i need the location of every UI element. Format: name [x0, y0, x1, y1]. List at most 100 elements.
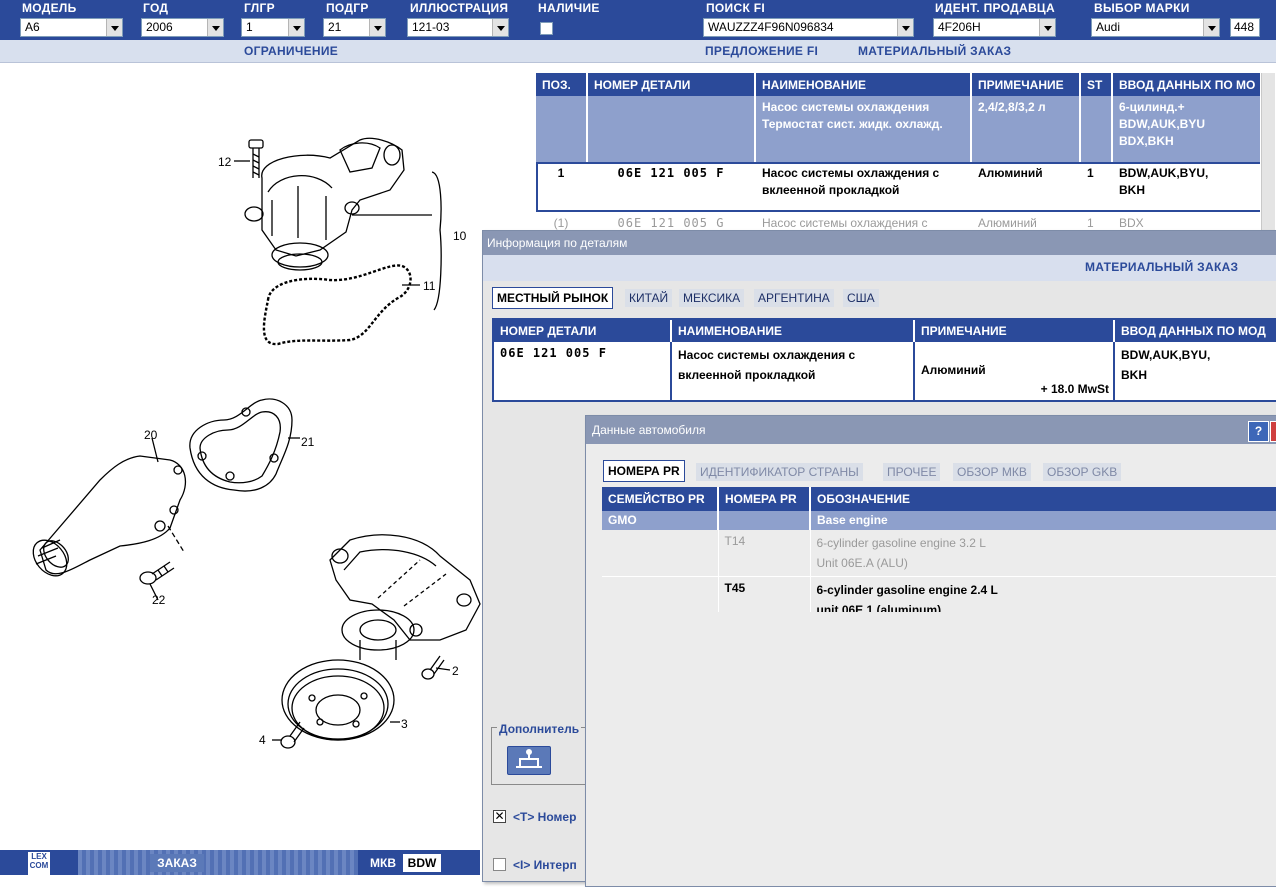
- year-label: ГОД: [143, 1, 169, 15]
- row-designation: 6-cylinder gasoline engine 3.2 L Unit 06…: [810, 530, 1276, 577]
- table-row[interactable]: T14 6-cylinder gasoline engine 3.2 L Uni…: [602, 530, 1276, 577]
- illustration-select[interactable]: 121-03: [407, 18, 509, 37]
- callout-4: 4: [259, 733, 266, 747]
- table-row[interactable]: 1 06E 121 005 F Насос системы охлаждения…: [536, 162, 1260, 212]
- fi-search-select[interactable]: WAUZZZ4F96N096834: [703, 18, 914, 37]
- col-note[interactable]: ПРИМЕЧАНИЕ: [914, 320, 1115, 342]
- tool-icon: [516, 749, 542, 768]
- tab-other[interactable]: ПРОЧЕЕ: [883, 463, 941, 481]
- tab-local-market[interactable]: МЕСТНЫЙ РЫНОК: [492, 287, 614, 309]
- info-part-number: 06E 121 005 F: [494, 342, 672, 400]
- table-group-row[interactable]: Насос системы охлаждения Термостат сист.…: [536, 96, 1260, 162]
- sub-group-label: ПОДГР: [326, 1, 369, 15]
- tab-country-id[interactable]: ИДЕНТИФИКАТОР СТРАНЫ: [696, 463, 863, 481]
- illustration-value: 121-03: [412, 20, 450, 34]
- info-note-value: Алюминий: [921, 363, 986, 377]
- help-icon[interactable]: ?: [1248, 421, 1269, 442]
- callout-20: 20: [144, 428, 158, 442]
- col-model-data[interactable]: ВВОД ДАННЫХ ПО МО: [1112, 73, 1260, 96]
- col-name[interactable]: НАИМЕНОВАНИЕ: [755, 73, 972, 96]
- group-part-number: [587, 96, 756, 162]
- fi-search-value: WAUZZZ4F96N096834: [708, 20, 834, 34]
- restriction-link[interactable]: ОГРАНИЧЕНИЕ: [244, 44, 338, 58]
- col-part-number[interactable]: НОМЕР ДЕТАЛИ: [494, 320, 672, 342]
- col-st[interactable]: ST: [1080, 73, 1113, 96]
- col-note[interactable]: ПРИМЕЧАНИЕ: [971, 73, 1081, 96]
- sub-group-select[interactable]: 21: [323, 18, 386, 37]
- part-info-title[interactable]: Информация по деталям: [483, 231, 1276, 255]
- group-note: 2,4/2,8/3,2 л: [971, 96, 1081, 162]
- col-pr-family[interactable]: СЕМЕЙСТВО PR: [602, 487, 719, 511]
- tab-mkv-overview[interactable]: ОБЗОР МКВ: [953, 463, 1031, 481]
- material-order-link[interactable]: МАТЕРИАЛЬНЫЙ ЗАКАЗ: [858, 44, 1011, 58]
- group-pos: [536, 96, 588, 162]
- dealer-id-select[interactable]: 4F206H: [933, 18, 1056, 37]
- col-name[interactable]: НАИМЕНОВАНИЕ: [671, 320, 915, 342]
- col-pr-number[interactable]: НОМЕРА PR: [718, 487, 811, 511]
- parts-illustration[interactable]: 12 10 11 20 21 22 2 3 4: [0, 62, 520, 850]
- main-group-select[interactable]: 1: [241, 18, 305, 37]
- col-part-number[interactable]: НОМЕР ДЕТАЛИ: [587, 73, 756, 96]
- interpretation-checkbox-label: <I> Интерп: [513, 858, 577, 872]
- table-row[interactable]: T45 6-cylinder gasoline engine 2.4 L uni…: [602, 576, 1276, 612]
- brand-select[interactable]: Audi: [1091, 18, 1220, 37]
- gearbox-value[interactable]: BDW: [403, 854, 441, 872]
- col-model-data[interactable]: ВВОД ДАННЫХ ПО МОД: [1114, 320, 1276, 342]
- fi-proposal-link[interactable]: ПРЕДЛОЖЕНИЕ FI: [705, 44, 818, 58]
- price-note: + 18.0 MwSt: [1040, 382, 1109, 396]
- chevron-down-icon[interactable]: [106, 19, 122, 36]
- tab-pr-numbers[interactable]: НОМЕРА PR: [603, 460, 685, 482]
- callout-22: 22: [152, 593, 166, 607]
- sub-group-value: 21: [328, 20, 342, 34]
- group-family: GMO: [602, 511, 719, 530]
- callout-3: 3: [401, 717, 408, 731]
- brand-value: Audi: [1096, 20, 1121, 34]
- group-model-data: 6-цилинд.+ BDW,AUK,BYU BDX,BKH: [1112, 96, 1260, 162]
- illustration-label: ИЛЛЮСТРАЦИЯ: [410, 1, 509, 15]
- chevron-down-icon[interactable]: [897, 19, 913, 36]
- main-group-label: ГЛГР: [244, 1, 275, 15]
- row-part-number: 06E 121 005 F: [587, 162, 756, 212]
- part-number-checkbox-label: <T> Номер: [513, 810, 577, 824]
- col-pos[interactable]: ПОЗ.: [536, 73, 588, 96]
- chevron-down-icon[interactable]: [288, 19, 304, 36]
- table-row[interactable]: 06E 121 005 F Насос системы охлаждения с…: [494, 342, 1276, 400]
- row-family: [602, 576, 719, 612]
- order-button[interactable]: ЗАКАЗ: [150, 854, 204, 872]
- group-designation: Base engine: [810, 511, 1276, 530]
- progress-strip: [78, 850, 358, 875]
- availability-checkbox[interactable]: [540, 22, 553, 35]
- close-icon[interactable]: X: [1270, 421, 1276, 442]
- tab-argentina[interactable]: АРГЕНТИНА: [754, 289, 834, 307]
- year-select[interactable]: 2006: [141, 18, 224, 37]
- row-name: Насос системы охлаждения с вклеенной про…: [755, 162, 972, 212]
- row-designation: 6-cylinder gasoline engine 2.4 L unit 06…: [810, 576, 1276, 612]
- info-name: Насос системы охлаждения с вклеенной про…: [671, 342, 915, 400]
- chevron-down-icon[interactable]: [369, 19, 385, 36]
- group-st: [1080, 96, 1113, 162]
- table-scrollbar[interactable]: [1261, 73, 1275, 231]
- info-note: Алюминий + 18.0 MwSt: [914, 342, 1115, 400]
- model-select[interactable]: A6: [20, 18, 123, 37]
- tab-china[interactable]: КИТАЙ: [625, 289, 673, 307]
- additional-tool-button[interactable]: [507, 746, 551, 775]
- part-number-checkbox[interactable]: ✕: [493, 810, 506, 823]
- vehicle-data-title[interactable]: Данные автомобиля: [586, 416, 1276, 444]
- tab-gkb-overview[interactable]: ОБЗОР GKB: [1043, 463, 1122, 481]
- table-group-row[interactable]: GMO Base engine: [602, 511, 1276, 530]
- info-model-data: BDW,AUK,BYU, BKH: [1114, 342, 1276, 400]
- col-designation[interactable]: ОБОЗНАЧЕНИЕ: [810, 487, 1276, 511]
- extra-field[interactable]: 448: [1230, 18, 1260, 37]
- chevron-down-icon[interactable]: [492, 19, 508, 36]
- chevron-down-icon[interactable]: [1203, 19, 1219, 36]
- interpretation-checkbox[interactable]: [493, 858, 506, 871]
- dealer-id-value: 4F206H: [938, 20, 981, 34]
- material-order-link[interactable]: МАТЕРИАЛЬНЫЙ ЗАКАЗ: [1085, 260, 1238, 274]
- tab-usa[interactable]: США: [843, 289, 879, 307]
- row-st: 1: [1080, 162, 1113, 212]
- additional-label: Дополнитель: [497, 722, 582, 736]
- tab-mexico[interactable]: МЕКСИКА: [679, 289, 745, 307]
- chevron-down-icon[interactable]: [207, 19, 223, 36]
- chevron-down-icon[interactable]: [1039, 19, 1055, 36]
- year-value: 2006: [146, 20, 173, 34]
